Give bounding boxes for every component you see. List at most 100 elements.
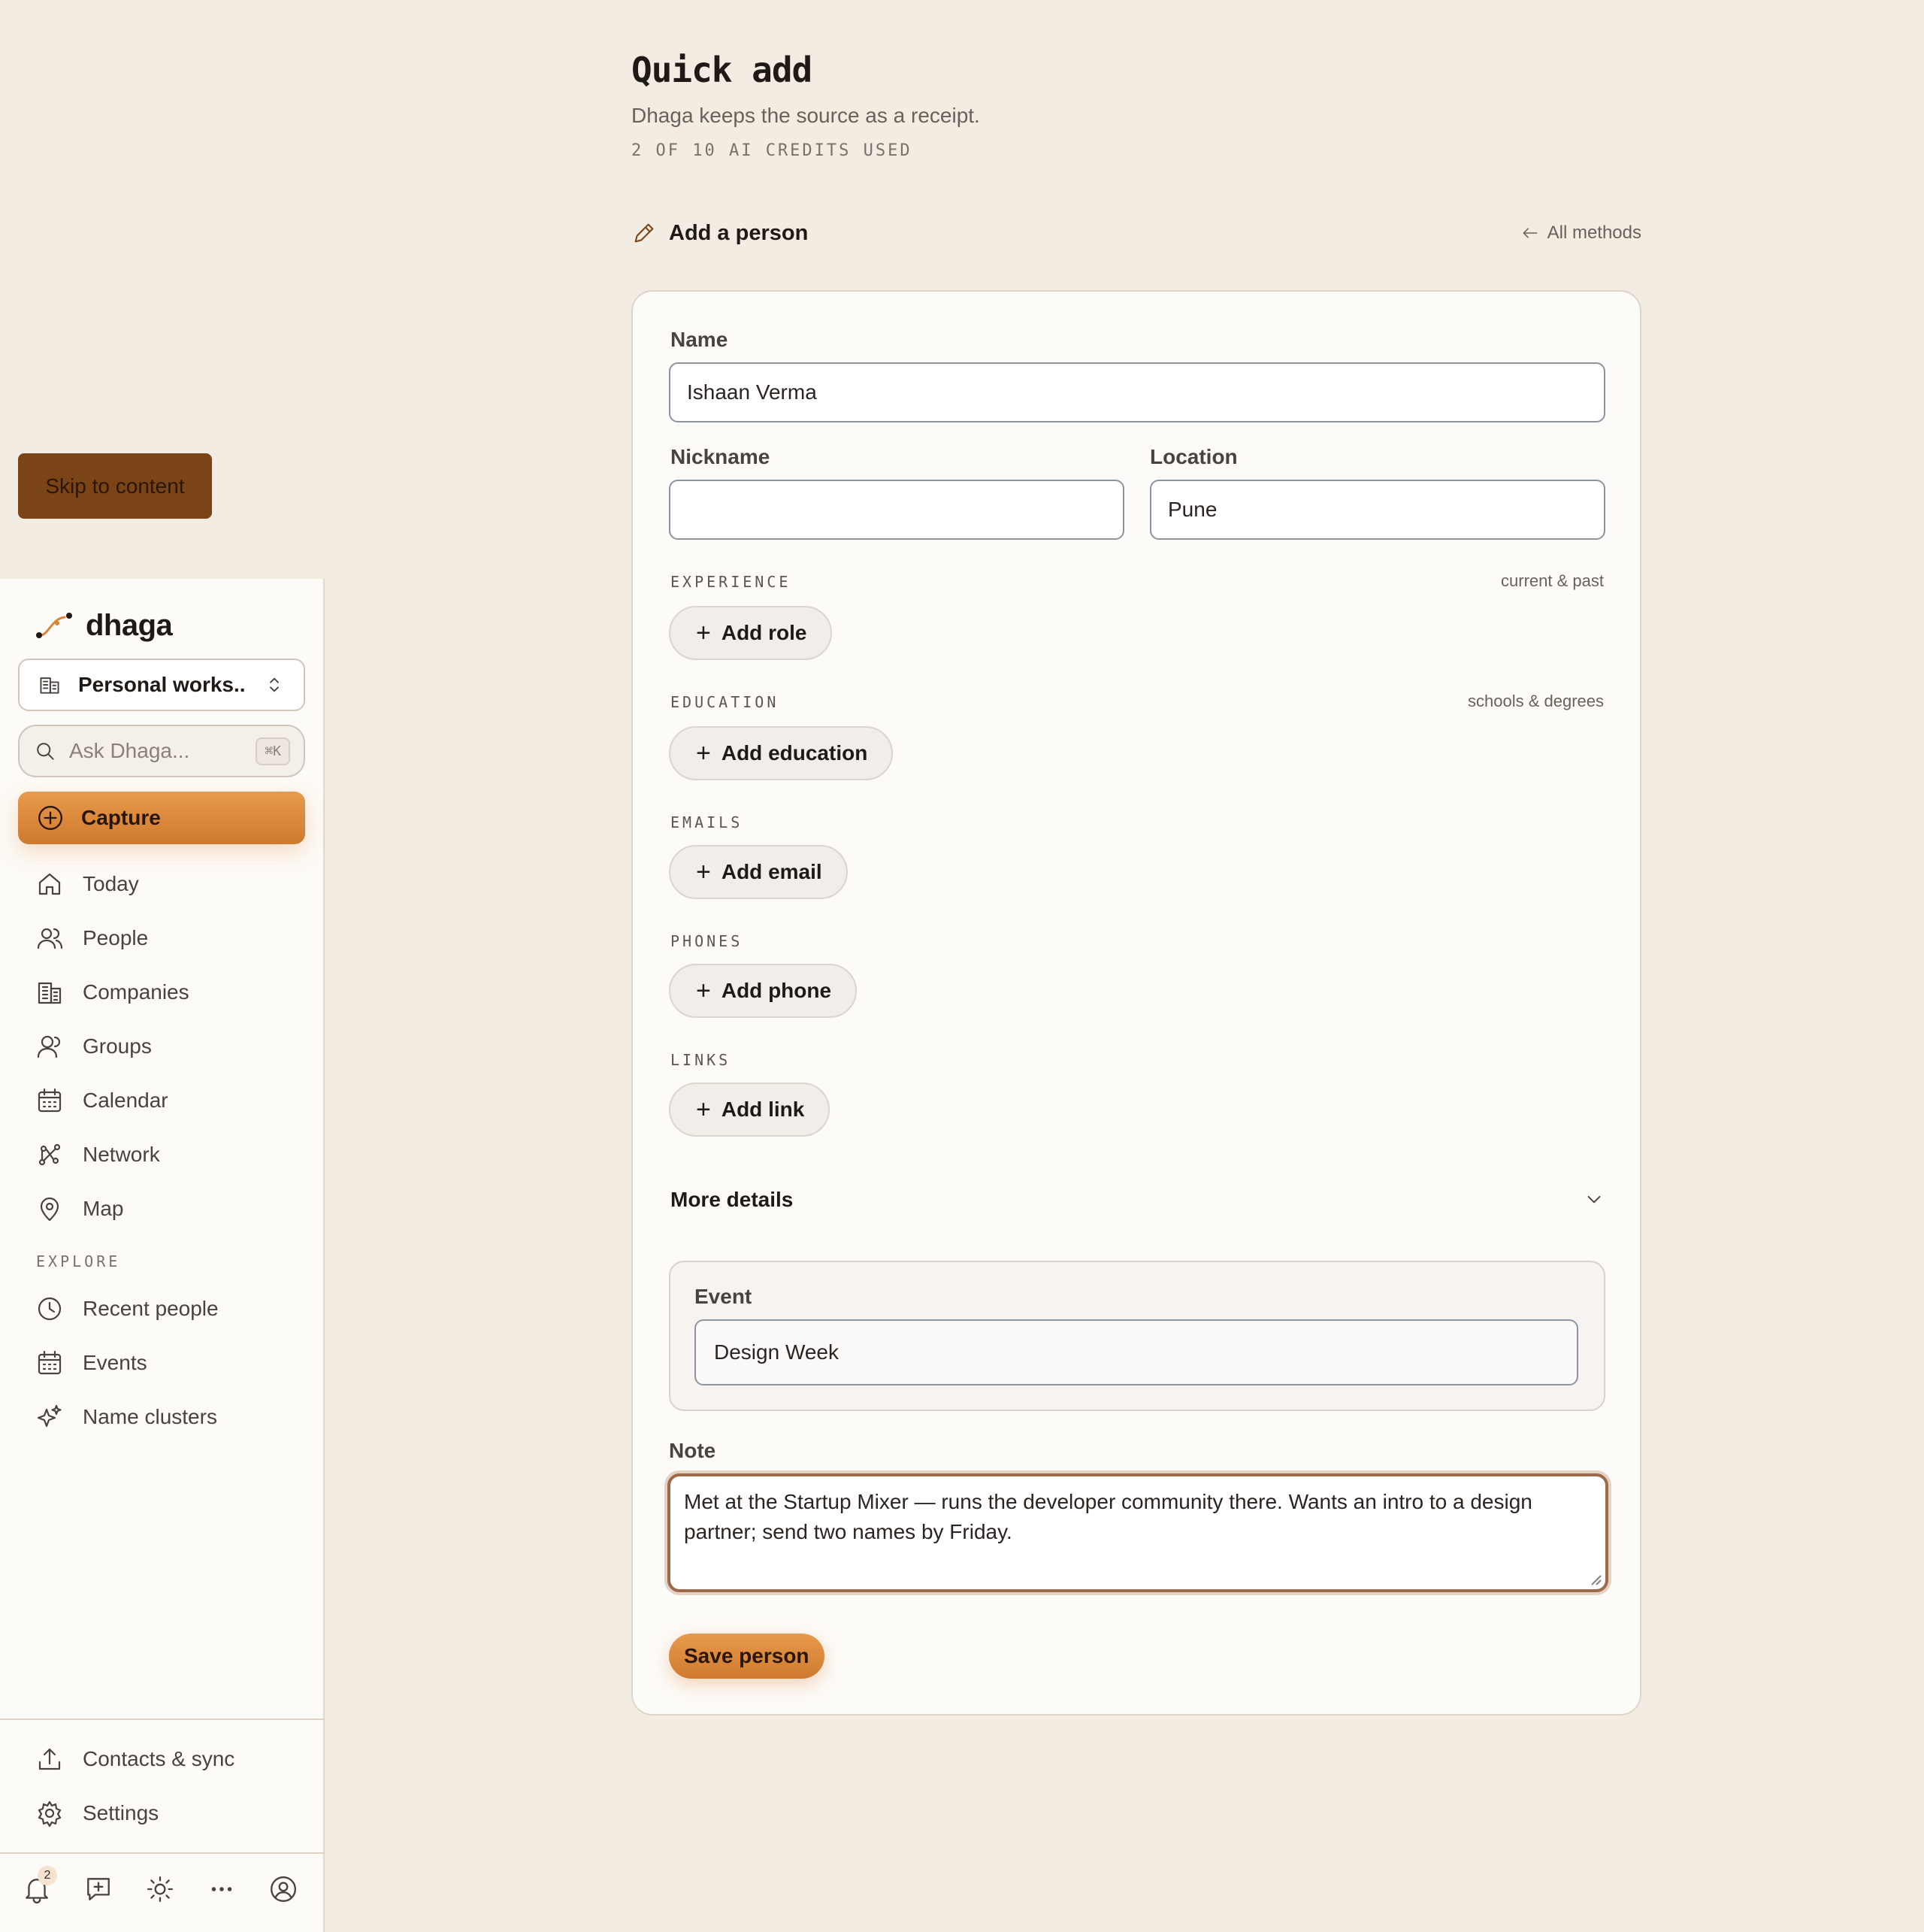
ai-credits-status: 2 OF 10 AI CREDITS USED (631, 141, 912, 160)
chevron-up-down-icon (263, 674, 286, 696)
add-link-button[interactable]: + Add link (669, 1083, 830, 1137)
all-methods-label: All methods (1547, 223, 1641, 243)
name-input[interactable]: Ishaan Verma (669, 362, 1605, 422)
nav-label: Today (83, 872, 139, 895)
nav-label: Name clusters (83, 1405, 217, 1428)
nav-item-companies[interactable]: Companies (36, 965, 307, 1019)
gear-icon (36, 1800, 63, 1827)
capture-button[interactable]: Capture (18, 792, 305, 844)
clock-icon (36, 1295, 63, 1322)
plus-icon: + (696, 739, 711, 768)
sparkles-icon (36, 1404, 63, 1431)
plus-icon: + (696, 858, 711, 886)
nickname-label: Nickname (670, 445, 770, 468)
sidebar: dhaga Personal works... Ask Dhaga... ⌘K … (0, 579, 325, 1932)
education-label: EDUCATION (670, 693, 779, 711)
more-options-button[interactable] (207, 1875, 236, 1903)
add-phone-label: Add phone (721, 979, 832, 1002)
add-role-button[interactable]: + Add role (669, 606, 833, 660)
nav-item-contacts-sync[interactable]: Contacts & sync (36, 1732, 307, 1786)
explore-section-label: EXPLORE (36, 1252, 121, 1270)
plus-icon: + (696, 619, 711, 647)
section-header: Add a person All methods (631, 218, 1641, 248)
nav-label: Groups (83, 1034, 152, 1058)
feedback-button[interactable] (84, 1875, 113, 1903)
nav-label: Map (83, 1197, 124, 1220)
more-details-toggle[interactable]: More details (670, 1188, 1605, 1212)
dhaga-logo-icon (35, 611, 74, 641)
workspace-name: Personal works... (78, 673, 247, 696)
page-subtitle: Dhaga keeps the source as a receipt. (631, 104, 980, 127)
group-icon (36, 1033, 63, 1060)
save-person-button[interactable]: Save person (669, 1634, 824, 1679)
people-icon (36, 925, 63, 952)
add-phone-button[interactable]: + Add phone (669, 964, 858, 1018)
network-icon (36, 1141, 63, 1168)
note-textarea[interactable]: Met at the Startup Mixer — runs the deve… (667, 1473, 1608, 1592)
nav-label: People (83, 926, 149, 949)
search-placeholder: Ask Dhaga... (69, 739, 190, 762)
map-pin-icon (36, 1195, 63, 1222)
plus-icon: + (696, 1095, 711, 1124)
nav-item-map[interactable]: Map (36, 1182, 307, 1236)
account-button[interactable] (269, 1875, 298, 1903)
nav-item-network[interactable]: Network (36, 1128, 307, 1182)
event-input[interactable]: Design Week (694, 1319, 1578, 1385)
nav-item-events[interactable]: Events (36, 1336, 307, 1390)
education-hint: schools & degrees (1468, 692, 1604, 710)
event-section: Event Design Week (669, 1261, 1605, 1411)
add-person-form: Name Ishaan Verma Nickname Location Pune… (631, 290, 1641, 1715)
pencil-icon (631, 220, 657, 246)
note-label: Note (669, 1439, 716, 1462)
location-label: Location (1150, 445, 1238, 468)
plus-icon: + (696, 977, 711, 1005)
resize-handle-icon[interactable] (1589, 1573, 1602, 1586)
sidebar-bottom-nav: Contacts & sync Settings (36, 1732, 307, 1840)
message-plus-icon (84, 1875, 113, 1903)
add-education-button[interactable]: + Add education (669, 726, 894, 780)
nav-item-calendar[interactable]: Calendar (36, 1074, 307, 1128)
sidebar-toolbar: 2 (23, 1866, 308, 1903)
skip-to-content-link[interactable]: Skip to content (18, 453, 212, 519)
nav-label: Contacts & sync (83, 1747, 235, 1770)
nickname-input[interactable] (669, 480, 1124, 540)
nav-item-people[interactable]: People (36, 911, 307, 965)
nav-label: Settings (83, 1801, 159, 1824)
ask-dhaga-search[interactable]: Ask Dhaga... ⌘K (18, 725, 305, 777)
home-icon (36, 871, 63, 898)
nav-item-today[interactable]: Today (36, 857, 307, 911)
workspace-switcher[interactable]: Personal works... (18, 659, 305, 711)
phones-label: PHONES (670, 932, 743, 950)
chevron-down-icon (1583, 1189, 1605, 1211)
location-input[interactable]: Pune (1150, 480, 1605, 540)
experience-label: EXPERIENCE (670, 573, 791, 591)
add-education-label: Add education (721, 741, 868, 765)
main-nav: Today People Companies Groups Calendar N… (36, 857, 307, 1236)
nav-item-name-clusters[interactable]: Name clusters (36, 1390, 307, 1444)
sidebar-divider (0, 1719, 325, 1720)
search-icon (33, 739, 57, 763)
nav-item-settings[interactable]: Settings (36, 1786, 307, 1840)
upload-icon (36, 1746, 63, 1773)
nav-item-groups[interactable]: Groups (36, 1019, 307, 1074)
all-methods-link[interactable]: All methods (1520, 223, 1641, 244)
search-shortcut: ⌘K (256, 737, 290, 765)
notifications-button[interactable]: 2 (23, 1866, 57, 1903)
plus-circle-icon (36, 804, 65, 832)
add-email-button[interactable]: + Add email (669, 845, 848, 899)
brand[interactable]: dhaga (35, 609, 173, 643)
calendar-icon (36, 1349, 63, 1376)
more-horizontal-icon (207, 1875, 236, 1903)
calendar-icon (36, 1087, 63, 1114)
building-icon (36, 979, 63, 1006)
nav-label: Events (83, 1351, 147, 1374)
building-icon (38, 673, 62, 697)
section-title: Add a person (669, 220, 809, 245)
brand-name: dhaga (86, 609, 173, 642)
theme-toggle-button[interactable] (146, 1875, 174, 1903)
more-details-label: More details (670, 1188, 794, 1211)
nav-label: Calendar (83, 1089, 168, 1112)
nav-label: Recent people (83, 1297, 219, 1320)
add-email-label: Add email (721, 860, 822, 883)
nav-item-recent-people[interactable]: Recent people (36, 1282, 307, 1336)
